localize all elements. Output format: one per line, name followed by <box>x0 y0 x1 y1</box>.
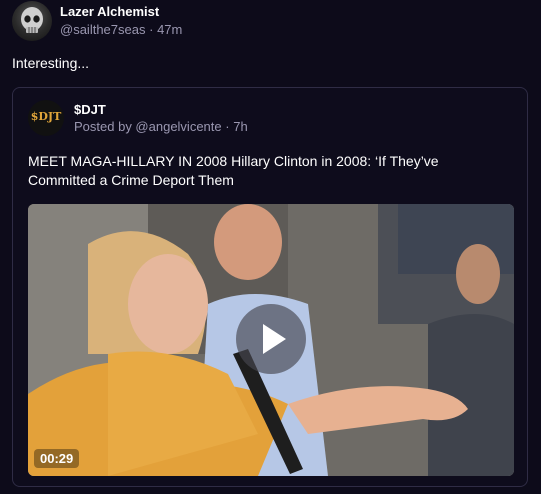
quoted-author-name[interactable]: $DJT <box>74 101 248 118</box>
video-duration: 00:29 <box>34 449 80 468</box>
meta-separator: · <box>149 22 154 37</box>
post-time[interactable]: 47m <box>157 22 182 37</box>
quoted-post-time[interactable]: 7h <box>233 119 247 134</box>
author-handle[interactable]: @sailthe7seas <box>60 22 145 37</box>
quoted-author-avatar[interactable]: $DJT <box>28 100 64 136</box>
quoted-post-header: $DJT $DJT Posted by @angelvicente · 7h <box>28 100 248 136</box>
play-icon <box>263 324 286 354</box>
djt-logo-text: $DJT <box>30 110 62 123</box>
author-meta: @sailthe7seas · 47m <box>60 21 182 39</box>
posted-by[interactable]: Posted by @angelvicente <box>74 119 222 134</box>
quoted-post-card[interactable]: $DJT $DJT Posted by @angelvicente · 7h M… <box>12 87 528 487</box>
author-avatar[interactable] <box>12 1 52 41</box>
author-text: Lazer Alchemist @sailthe7seas · 47m <box>60 3 182 39</box>
video-player[interactable]: 00:29 <box>28 204 514 476</box>
post: Lazer Alchemist @sailthe7seas · 47m Inte… <box>0 0 541 494</box>
meta-separator: · <box>225 119 230 134</box>
author-name[interactable]: Lazer Alchemist <box>60 3 182 21</box>
quoted-author-meta: Posted by @angelvicente · 7h <box>74 118 248 135</box>
play-button[interactable] <box>236 304 306 374</box>
post-author-row: Lazer Alchemist @sailthe7seas · 47m <box>12 1 182 41</box>
quoted-post-title: MEET MAGA-HILLARY IN 2008 Hillary Clinto… <box>28 153 439 188</box>
quoted-author-text: $DJT Posted by @angelvicente · 7h <box>74 101 248 135</box>
post-text: Interesting... <box>12 55 90 71</box>
skull-avatar-image <box>21 7 43 33</box>
